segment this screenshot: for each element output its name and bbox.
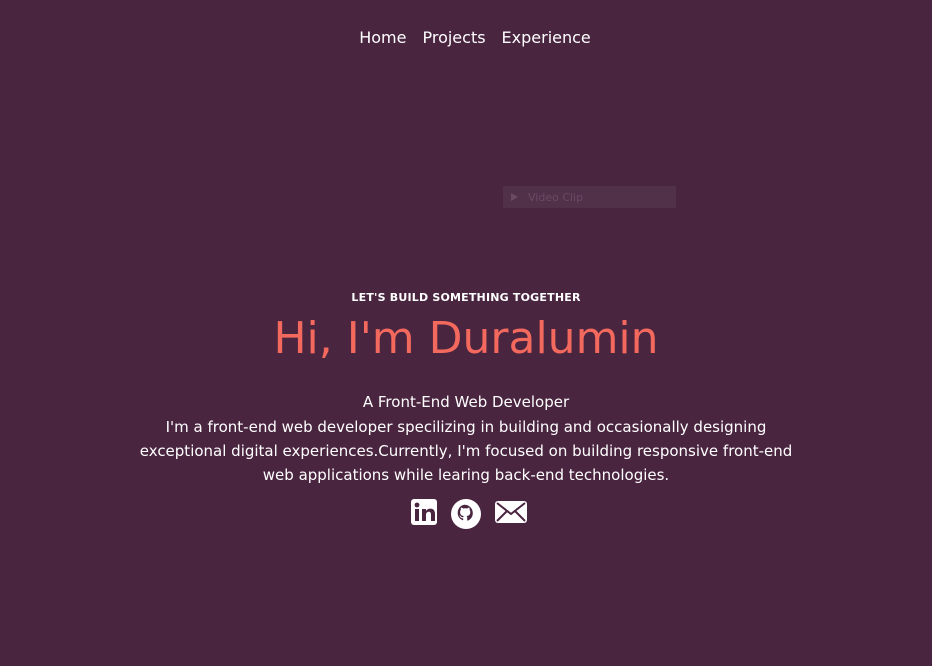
- nav-home-link[interactable]: Home: [359, 28, 406, 48]
- hero-section: LET'S BUILD SOMETHING TOGETHER Hi, I'm D…: [0, 291, 932, 529]
- play-icon: [511, 193, 518, 201]
- hero-greeting: Hi, I'm Duralumin: [273, 313, 659, 364]
- video-clip-label: Video Clip: [528, 190, 584, 204]
- linkedin-icon[interactable]: [411, 499, 437, 529]
- nav-projects-link[interactable]: Projects: [422, 28, 485, 48]
- hero-description: I'm a front-end web developer specilizin…: [139, 418, 793, 484]
- hero-tagline: LET'S BUILD SOMETHING TOGETHER: [351, 291, 581, 304]
- hero-role: A Front-End Web Developer: [362, 393, 570, 411]
- github-icon[interactable]: [451, 499, 481, 529]
- main-nav: Home Projects Experience: [0, 28, 932, 48]
- video-clip[interactable]: Video Clip: [503, 186, 676, 208]
- nav-experience-link[interactable]: Experience: [502, 28, 591, 48]
- social-links: [0, 499, 932, 529]
- mail-icon[interactable]: [495, 499, 527, 529]
